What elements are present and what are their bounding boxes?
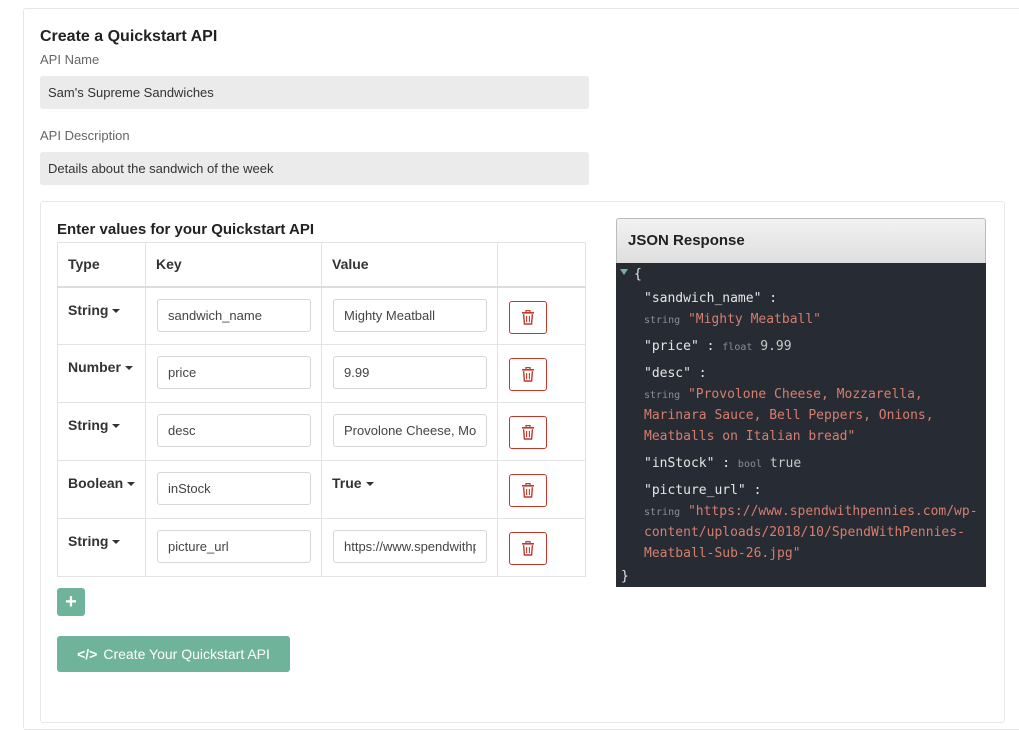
type-dropdown-label: String (68, 417, 109, 433)
header-value: Value (321, 242, 498, 287)
value-cell: True (321, 460, 498, 519)
type-dropdown[interactable]: Number (68, 359, 133, 375)
json-close-brace: } (621, 569, 629, 584)
value-cell (321, 518, 498, 577)
table-row: Boolean True (57, 460, 586, 519)
chevron-down-icon (112, 308, 121, 313)
fields-table: Type Key Value String Number String Boolean… (57, 242, 586, 577)
action-cell (497, 460, 586, 519)
type-cell: String (57, 402, 146, 461)
key-cell (145, 518, 322, 577)
key-input[interactable] (157, 530, 311, 563)
collapse-triangle-icon[interactable] (620, 269, 628, 275)
header-key: Key (145, 242, 322, 287)
add-field-button[interactable]: + (57, 588, 85, 616)
type-cell: String (57, 286, 146, 345)
json-value-price: 9.99 (760, 339, 792, 354)
key-input[interactable] (157, 472, 311, 505)
chevron-down-icon (112, 424, 121, 429)
json-value-picture-url-line-3: Meatball-Sub-26.jpg" (644, 546, 801, 561)
value-input[interactable] (333, 414, 487, 447)
value-dropdown[interactable]: True (332, 475, 374, 491)
json-value-desc-line-3: Meatballs on Italian bread" (644, 429, 856, 444)
json-type-instock: bool (737, 459, 763, 470)
table-row: String (57, 286, 586, 345)
type-cell: Boolean (57, 460, 146, 519)
action-cell (497, 518, 586, 577)
value-input[interactable] (333, 530, 487, 563)
type-dropdown-label: String (68, 533, 109, 549)
type-dropdown-label: Number (68, 359, 121, 375)
json-value-picture-url-line-2: content/uploads/2018/10/SpendWithPennies… (644, 525, 965, 540)
json-value-sandwich-name: "Mighty Meatball" (687, 312, 822, 327)
chevron-down-icon (112, 540, 121, 545)
json-key-sandwich-name: "sandwich_name" : (644, 291, 778, 306)
json-type-price: float (722, 342, 753, 353)
value-input[interactable] (333, 298, 487, 332)
table-row: Number (57, 344, 586, 403)
type-dropdown-label: Boolean (68, 475, 124, 491)
table-row: String (57, 402, 586, 461)
key-input[interactable] (157, 298, 311, 332)
delete-row-button[interactable] (509, 532, 547, 565)
action-cell (497, 402, 586, 461)
values-panel-title: Enter values for your Quickstart API (57, 221, 315, 238)
chevron-down-icon (127, 482, 136, 487)
key-input[interactable] (157, 356, 311, 389)
value-cell (321, 286, 498, 345)
json-value-picture-url-line-1: "https://www.spendwithpennies.com/wp- (687, 504, 978, 519)
chevron-down-icon (124, 366, 133, 371)
action-cell (497, 286, 586, 345)
json-key-desc: "desc" : (644, 366, 707, 381)
table-row: String (57, 518, 586, 577)
json-open-brace: { (634, 267, 642, 282)
delete-row-button[interactable] (509, 358, 547, 391)
json-panel-title: JSON Response (616, 218, 986, 263)
json-response-view: { "sandwich_name" : string "Mighty Meatb… (616, 263, 986, 587)
json-key-price: "price" : (644, 339, 715, 354)
header-actions (497, 242, 586, 287)
type-dropdown-label: String (68, 301, 109, 318)
api-name-label: API Name (40, 52, 100, 67)
delete-row-button[interactable] (509, 300, 547, 334)
header-type: Type (57, 242, 146, 287)
value-cell (321, 402, 498, 461)
type-cell: Number (57, 344, 146, 403)
api-description-input[interactable] (40, 152, 589, 185)
key-cell (145, 286, 322, 345)
type-dropdown[interactable]: Boolean (68, 475, 136, 491)
json-value-desc-line-2: Marinara Sauce, Bell Peppers, Onions, (644, 408, 934, 423)
json-value-desc-line-1: "Provolone Cheese, Mozzarella, (687, 387, 923, 402)
json-type-sandwich-name: string (644, 315, 681, 326)
json-key-instock: "inStock" : (644, 456, 731, 471)
type-cell: String (57, 518, 146, 577)
delete-row-button[interactable] (509, 416, 547, 449)
api-name-input[interactable] (40, 76, 589, 109)
value-cell (321, 344, 498, 403)
key-cell (145, 344, 322, 403)
value-dropdown-label: True (332, 475, 362, 491)
key-cell (145, 402, 322, 461)
type-dropdown[interactable]: String (68, 301, 121, 318)
action-cell (497, 344, 586, 403)
key-input[interactable] (157, 414, 311, 447)
value-input[interactable] (333, 356, 487, 389)
json-type-picture-url: string (644, 507, 681, 518)
create-api-button[interactable]: </> Create Your Quickstart API (57, 636, 290, 672)
create-api-label: Create Your Quickstart API (103, 646, 270, 662)
delete-row-button[interactable] (509, 474, 547, 507)
table-header-row: Type Key Value (57, 242, 586, 287)
json-value-instock: true (769, 456, 802, 471)
json-key-picture-url: "picture_url" : (644, 483, 762, 498)
api-description-label: API Description (40, 128, 130, 143)
json-type-desc: string (644, 390, 681, 401)
code-icon: </> (77, 646, 98, 662)
chevron-down-icon (365, 482, 374, 487)
type-dropdown[interactable]: String (68, 417, 121, 433)
type-dropdown[interactable]: String (68, 533, 121, 549)
key-cell (145, 460, 322, 519)
page-title: Create a Quickstart API (40, 28, 218, 45)
